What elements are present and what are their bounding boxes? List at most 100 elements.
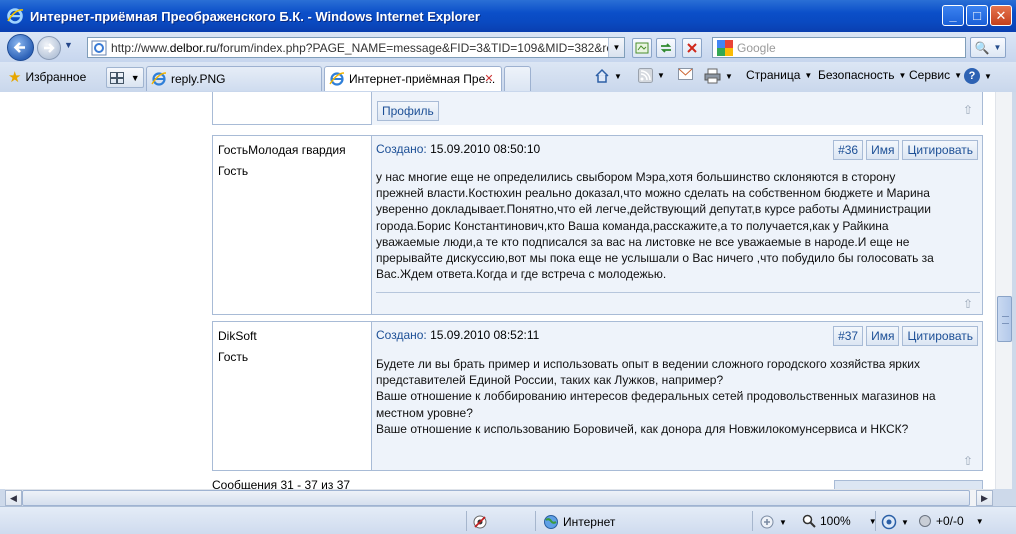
scroll-to-top-icon[interactable]: ⇧	[963, 455, 976, 467]
refresh-button[interactable]	[656, 38, 676, 58]
post-author[interactable]: DikSoft	[218, 328, 366, 344]
recent-pages-dropdown-icon[interactable]: ▼	[64, 40, 76, 54]
post-line: прерывайте дискуссию,вот мы пока еще не …	[376, 251, 934, 266]
post-separator	[376, 292, 980, 293]
quick-tabs-button[interactable]: ▼	[106, 67, 144, 88]
post-line: представителей Единой России, таких как …	[376, 373, 724, 388]
name-button[interactable]: Имя	[866, 326, 900, 346]
previous-post-actions: Профиль ⇧	[372, 92, 982, 125]
addon-button[interactable]: ▼	[881, 514, 909, 530]
security-zone[interactable]: Интернет	[543, 514, 615, 530]
printer-icon	[704, 68, 721, 84]
new-tab-button[interactable]	[504, 66, 531, 91]
home-button[interactable]: ▼	[594, 68, 622, 84]
post-line: уважаемые люди,а те кто подписался за ва…	[376, 234, 910, 249]
horizontal-scroll-thumb[interactable]	[22, 490, 970, 506]
close-tab-icon[interactable]: ✕	[482, 72, 496, 86]
home-icon	[595, 68, 609, 83]
feeds-dropdown-icon[interactable]: ▼	[657, 71, 665, 80]
protected-mode-icon	[760, 515, 774, 529]
refresh-icon	[660, 43, 672, 53]
tools-menu-label: Сервис	[909, 68, 951, 82]
forward-button[interactable]	[37, 36, 61, 60]
print-dropdown-icon[interactable]: ▼	[725, 72, 733, 81]
scroll-right-button[interactable]: ▶	[976, 490, 993, 506]
mail-icon	[678, 68, 693, 80]
forum-post: ГостьМолодая гвардия Гость Создано: 15.0…	[212, 135, 983, 315]
scroll-to-top-icon[interactable]: ⇧	[963, 298, 976, 310]
post-number-link[interactable]: #36	[833, 140, 864, 160]
post-created: Создано: 15.09.2010 08:50:10	[376, 142, 540, 156]
post-author-role: Гость	[218, 350, 249, 364]
address-dropdown-icon[interactable]: ▼	[608, 38, 624, 57]
zoom-control[interactable]: 100% ▼	[802, 514, 877, 528]
favorites-label: Избранное	[25, 70, 87, 84]
tab-reply-png[interactable]: reply.PNG	[146, 66, 322, 91]
home-dropdown-icon[interactable]: ▼	[614, 72, 622, 81]
status-divider	[535, 511, 536, 531]
stop-icon	[687, 43, 697, 53]
read-mail-button[interactable]	[678, 68, 693, 80]
page-menu-label: Страница	[746, 68, 801, 82]
post-actions: #36 Имя Цитировать	[833, 140, 978, 160]
window-controls: _ □ ✕	[942, 5, 1012, 26]
feeds-button[interactable]: ▼	[638, 68, 665, 83]
favorites-button[interactable]: ★ Избранное	[8, 68, 86, 86]
print-button[interactable]: ▼	[704, 68, 733, 84]
search-input[interactable]: Google	[712, 37, 966, 58]
url-text[interactable]: http://www.delbor.ru/forum/index.php?PAG…	[111, 41, 608, 55]
stop-button[interactable]	[682, 38, 702, 58]
extra-status[interactable]: +0/-0 ▼	[918, 514, 984, 528]
created-label: Создано:	[376, 328, 427, 342]
tab-label: Интернет-приёмная Пре...	[349, 72, 496, 86]
status-bar: Интернет ▼ 100% ▼ ▼ +0/-0 ▼	[0, 506, 1016, 534]
post-text: у нас многие еще не определились свыборо…	[376, 169, 968, 282]
post-text: Будете ли вы брать пример и использовать…	[376, 356, 968, 437]
created-label: Создано:	[376, 142, 427, 156]
name-button[interactable]: Имя	[866, 140, 900, 160]
globe-icon	[544, 515, 558, 529]
search-button[interactable]: 🔍 ▼	[970, 37, 1006, 58]
scroll-left-button[interactable]: ◀	[5, 490, 22, 506]
ie-logo-icon	[7, 8, 24, 24]
tab-label: reply.PNG	[171, 72, 226, 86]
minimize-button[interactable]: _	[942, 5, 964, 26]
post-author[interactable]: ГостьМолодая гвардия	[218, 142, 366, 158]
tab-list-dropdown-icon[interactable]: ▼	[131, 73, 140, 83]
privacy-report-button[interactable]	[472, 514, 488, 530]
search-options-dropdown-icon[interactable]: ▼	[994, 43, 1002, 52]
protected-mode-button[interactable]: ▼	[759, 514, 787, 530]
horizontal-scrollbar[interactable]: ◀ ▶	[5, 489, 993, 506]
back-button[interactable]	[7, 34, 34, 61]
post-line: Ваше отношение к лоббированию интересов …	[376, 389, 936, 404]
post-author-role: Гость	[218, 164, 249, 178]
navigation-bar: ▼ http://www.delbor.ru/forum/index.php?P…	[0, 32, 1016, 62]
maximize-button[interactable]: □	[966, 5, 988, 26]
close-window-button[interactable]: ✕	[990, 5, 1012, 26]
previous-post-footer: Профиль ⇧	[212, 92, 983, 125]
google-icon	[717, 39, 733, 56]
vertical-scroll-thumb[interactable]	[997, 296, 1012, 342]
window-title: Интернет-приёмная Преображенского Б.К. -…	[30, 8, 480, 24]
created-date: 15.09.2010 08:50:10	[430, 142, 541, 156]
chevron-down-icon: ▼	[984, 71, 992, 81]
scroll-grip	[1002, 316, 1009, 324]
address-bar[interactable]: http://www.delbor.ru/forum/index.php?PAG…	[87, 37, 625, 58]
tools-menu[interactable]: Сервис ▼	[909, 68, 962, 82]
rss-icon	[638, 68, 653, 83]
forum-post: DikSoft Гость Создано: 15.09.2010 08:52:…	[212, 321, 983, 471]
profile-button[interactable]: Профиль	[377, 101, 439, 121]
compatibility-view-button[interactable]	[632, 38, 652, 58]
post-body-cell: Создано: 15.09.2010 08:50:10 #36 Имя Цит…	[372, 136, 982, 314]
chevron-down-icon: ▼	[901, 517, 909, 527]
post-number-link[interactable]: #37	[833, 326, 864, 346]
safety-menu[interactable]: Безопасность ▼	[818, 68, 906, 82]
tab-current-page[interactable]: Интернет-приёмная Пре... ✕	[324, 66, 502, 91]
scroll-to-top-icon[interactable]: ⇧	[963, 104, 976, 116]
status-divider	[875, 511, 876, 531]
quote-button[interactable]: Цитировать	[902, 140, 978, 160]
vertical-scrollbar[interactable]	[995, 92, 1012, 489]
page-menu[interactable]: Страница ▼	[746, 68, 812, 82]
help-menu[interactable]: ? ▼	[964, 68, 992, 84]
quote-button[interactable]: Цитировать	[902, 326, 978, 346]
